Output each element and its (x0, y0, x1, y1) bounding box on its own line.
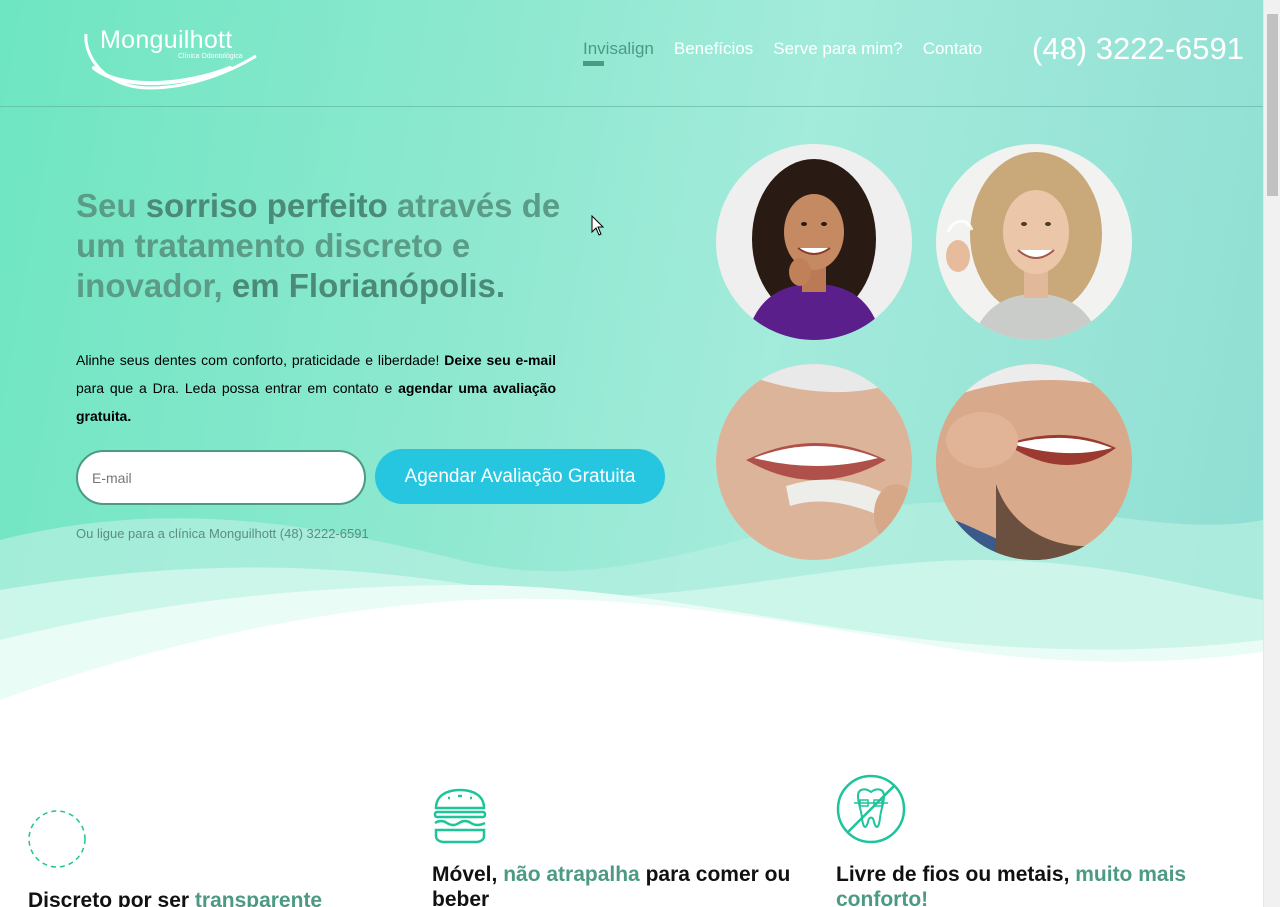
call-clinic-text: Ou ligue para a clínica Monguilhott (48)… (76, 526, 369, 541)
feature-title-text: Livre de fios ou metais, (836, 863, 1076, 886)
burger-icon (433, 788, 487, 844)
transparent-circle-icon (28, 810, 86, 868)
logo-name: Monguilhott (100, 26, 233, 54)
feature-title-text: Discreto por ser (28, 889, 195, 907)
site-header: Monguilhott Clínica Odontológica Invisal… (0, 0, 1263, 107)
no-braces-tooth-icon (836, 774, 906, 844)
photo-woman-blonde (936, 144, 1132, 340)
hero-headline: Seu sorriso perfeito através de um trata… (76, 186, 596, 306)
feature-title-accent: não atrapalha (503, 863, 640, 886)
feature-title-accent: transparente (194, 889, 323, 907)
headline-bold-2: em Florianópolis. (231, 267, 506, 304)
headline-text-1: Seu (76, 187, 146, 224)
lead-text-1: Alinhe seus dentes com conforto, pratici… (76, 352, 445, 368)
nav-item-beneficios[interactable]: Benefícios (674, 39, 753, 59)
hero-lead: Alinhe seus dentes com conforto, pratici… (76, 346, 556, 430)
photo-woman-curly-hair (716, 144, 912, 340)
lead-bold-1: Deixe seu e-mail (444, 352, 556, 368)
mouse-cursor-icon (591, 215, 605, 236)
brand-logo[interactable]: Monguilhott Clínica Odontológica (80, 22, 260, 94)
feature-title: Móvel, não atrapalha para comer ou beber (432, 862, 822, 907)
nav-item-invisalign[interactable]: Invisalign (583, 39, 654, 66)
photo-smile-aligner (716, 364, 912, 560)
headline-bold-1: sorriso perfeito (145, 187, 388, 224)
nav-item-serve-para-mim[interactable]: Serve para mim? (773, 39, 902, 59)
main-nav: Invisalign Benefícios Serve para mim? Co… (583, 39, 1002, 66)
logo-subtitle: Clínica Odontológica (178, 53, 243, 60)
feature-title: Livre de fios ou metais, muito mais conf… (836, 862, 1226, 907)
page-scrollbar[interactable] (1263, 0, 1280, 907)
photo-man-aligner (936, 364, 1132, 560)
schedule-evaluation-button[interactable]: Agendar Avaliação Gratuita (375, 449, 665, 504)
email-field[interactable] (76, 450, 366, 505)
feature-title-text: Móvel, (432, 863, 504, 886)
hero-section: Monguilhott Clínica Odontológica Invisal… (0, 0, 1263, 700)
nav-item-contato[interactable]: Contato (923, 39, 983, 59)
lead-text-2: para que a Dra. Leda possa entrar em con… (76, 380, 399, 396)
scrollbar-thumb[interactable] (1267, 14, 1278, 196)
feature-title: Discreto por ser transparente (28, 888, 322, 907)
header-phone[interactable]: (48) 3222-6591 (1032, 31, 1244, 67)
